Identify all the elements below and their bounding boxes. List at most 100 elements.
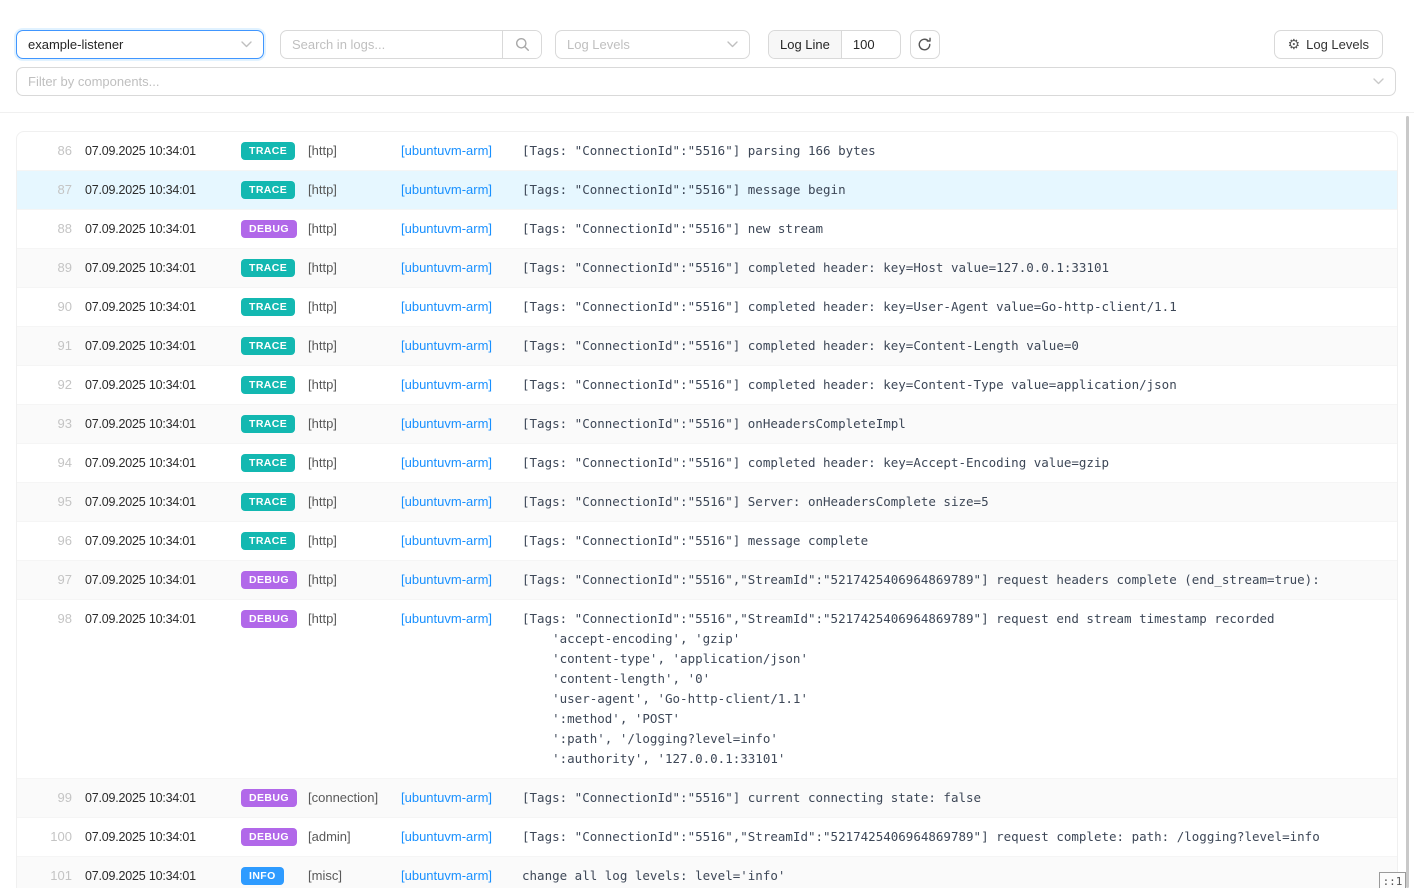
components-filter-placeholder: Filter by components...: [28, 74, 160, 89]
listener-select-value: example-listener: [28, 37, 123, 52]
log-row[interactable]: 99 07.09.2025 10:34:01 DEBUG [connection…: [17, 779, 1397, 818]
log-row[interactable]: 87 07.09.2025 10:34:01 TRACE [http] [ubu…: [17, 171, 1397, 210]
log-row[interactable]: 98 07.09.2025 10:34:01 DEBUG [http] [ubu…: [17, 600, 1397, 779]
log-row[interactable]: 100 07.09.2025 10:34:01 DEBUG [admin] [u…: [17, 818, 1397, 857]
row-message: [Tags: "ConnectionId":"5516"] completed …: [522, 375, 1397, 395]
log-row[interactable]: 95 07.09.2025 10:34:01 TRACE [http] [ubu…: [17, 483, 1397, 522]
row-timestamp: 07.09.2025 10:34:01: [85, 609, 241, 629]
row-node-link[interactable]: [ubuntuvm-arm]: [401, 866, 522, 886]
row-level: DEBUG: [241, 609, 308, 629]
row-component: [http]: [308, 492, 401, 512]
row-message: [Tags: "ConnectionId":"5516"] Server: on…: [522, 492, 1397, 512]
log-row[interactable]: 93 07.09.2025 10:34:01 TRACE [http] [ubu…: [17, 405, 1397, 444]
row-level: TRACE: [241, 180, 308, 200]
row-component: [http]: [308, 453, 401, 473]
log-levels-button[interactable]: ⚙ Log Levels: [1274, 30, 1383, 59]
row-timestamp: 07.09.2025 10:34:01: [85, 453, 241, 473]
row-component: [admin]: [308, 827, 401, 847]
row-number: 90: [17, 297, 85, 317]
row-node-link[interactable]: [ubuntuvm-arm]: [401, 788, 522, 808]
row-level: TRACE: [241, 453, 308, 473]
log-row[interactable]: 91 07.09.2025 10:34:01 TRACE [http] [ubu…: [17, 327, 1397, 366]
row-component: [misc]: [308, 866, 401, 886]
log-row[interactable]: 94 07.09.2025 10:34:01 TRACE [http] [ubu…: [17, 444, 1397, 483]
log-levels-select[interactable]: Log Levels: [555, 30, 750, 59]
level-badge: TRACE: [241, 142, 295, 160]
level-badge: DEBUG: [241, 610, 297, 628]
search-input[interactable]: [281, 31, 502, 58]
log-row[interactable]: 96 07.09.2025 10:34:01 TRACE [http] [ubu…: [17, 522, 1397, 561]
row-level: TRACE: [241, 258, 308, 278]
row-node-link[interactable]: [ubuntuvm-arm]: [401, 609, 522, 629]
row-component: [http]: [308, 219, 401, 239]
row-node-link[interactable]: [ubuntuvm-arm]: [401, 492, 522, 512]
search-icon: [515, 37, 530, 52]
row-node-link[interactable]: [ubuntuvm-arm]: [401, 297, 522, 317]
row-node-link[interactable]: [ubuntuvm-arm]: [401, 531, 522, 551]
gear-icon: ⚙: [1288, 38, 1301, 52]
row-number: 92: [17, 375, 85, 395]
toolbar-divider: [0, 112, 1414, 113]
row-message: [Tags: "ConnectionId":"5516","StreamId":…: [522, 609, 1397, 769]
row-number: 91: [17, 336, 85, 356]
toolbar-row-2: Filter by components...: [16, 67, 1396, 96]
log-row[interactable]: 92 07.09.2025 10:34:01 TRACE [http] [ubu…: [17, 366, 1397, 405]
level-badge: TRACE: [241, 376, 295, 394]
log-levels-select-placeholder: Log Levels: [567, 37, 630, 52]
toolbar: example-listener Log Levels Log Line ⚙ L…: [0, 0, 1414, 96]
log-rows: 86 07.09.2025 10:34:01 TRACE [http] [ubu…: [17, 132, 1397, 888]
log-row[interactable]: 90 07.09.2025 10:34:01 TRACE [http] [ubu…: [17, 288, 1397, 327]
toolbar-row-1: example-listener Log Levels Log Line ⚙ L…: [16, 30, 1396, 59]
row-node-link[interactable]: [ubuntuvm-arm]: [401, 180, 522, 200]
row-number: 94: [17, 453, 85, 473]
level-badge: TRACE: [241, 493, 295, 511]
level-badge: INFO: [241, 867, 284, 885]
log-row[interactable]: 101 07.09.2025 10:34:01 INFO [misc] [ubu…: [17, 857, 1397, 888]
level-badge: TRACE: [241, 337, 295, 355]
row-node-link[interactable]: [ubuntuvm-arm]: [401, 219, 522, 239]
log-row[interactable]: 86 07.09.2025 10:34:01 TRACE [http] [ubu…: [17, 132, 1397, 171]
log-line-group: Log Line: [768, 30, 901, 59]
row-component: [http]: [308, 414, 401, 434]
row-node-link[interactable]: [ubuntuvm-arm]: [401, 258, 522, 278]
row-component: [http]: [308, 141, 401, 161]
log-row[interactable]: 89 07.09.2025 10:34:01 TRACE [http] [ubu…: [17, 249, 1397, 288]
row-level: TRACE: [241, 375, 308, 395]
row-message: [Tags: "ConnectionId":"5516"] completed …: [522, 453, 1397, 473]
row-component: [connection]: [308, 788, 401, 808]
row-number: 86: [17, 141, 85, 161]
refresh-button[interactable]: [910, 30, 940, 59]
log-levels-button-label: Log Levels: [1306, 37, 1369, 52]
row-component: [http]: [308, 609, 401, 629]
row-timestamp: 07.09.2025 10:34:01: [85, 141, 241, 161]
row-node-link[interactable]: [ubuntuvm-arm]: [401, 414, 522, 434]
level-badge: DEBUG: [241, 571, 297, 589]
row-node-link[interactable]: [ubuntuvm-arm]: [401, 827, 522, 847]
scrollbar[interactable]: [1406, 116, 1409, 888]
log-row[interactable]: 88 07.09.2025 10:34:01 DEBUG [http] [ubu…: [17, 210, 1397, 249]
row-node-link[interactable]: [ubuntuvm-arm]: [401, 570, 522, 590]
row-level: TRACE: [241, 141, 308, 161]
row-level: DEBUG: [241, 570, 308, 590]
level-badge: TRACE: [241, 181, 295, 199]
search-button[interactable]: [502, 31, 541, 58]
row-timestamp: 07.09.2025 10:34:01: [85, 414, 241, 434]
log-table: 86 07.09.2025 10:34:01 TRACE [http] [ubu…: [16, 131, 1398, 888]
row-component: [http]: [308, 336, 401, 356]
row-node-link[interactable]: [ubuntuvm-arm]: [401, 375, 522, 395]
row-timestamp: 07.09.2025 10:34:01: [85, 258, 241, 278]
listener-select[interactable]: example-listener: [16, 30, 264, 59]
row-number: 93: [17, 414, 85, 434]
components-filter-select[interactable]: Filter by components...: [16, 67, 1396, 96]
row-node-link[interactable]: [ubuntuvm-arm]: [401, 141, 522, 161]
log-row[interactable]: 97 07.09.2025 10:34:01 DEBUG [http] [ubu…: [17, 561, 1397, 600]
row-message: [Tags: "ConnectionId":"5516"] current co…: [522, 788, 1397, 808]
row-number: 96: [17, 531, 85, 551]
row-node-link[interactable]: [ubuntuvm-arm]: [401, 453, 522, 473]
row-number: 89: [17, 258, 85, 278]
log-line-input[interactable]: [842, 37, 900, 52]
row-number: 101: [17, 866, 85, 886]
row-level: DEBUG: [241, 219, 308, 239]
row-message: [Tags: "ConnectionId":"5516"] message be…: [522, 180, 1397, 200]
row-node-link[interactable]: [ubuntuvm-arm]: [401, 336, 522, 356]
